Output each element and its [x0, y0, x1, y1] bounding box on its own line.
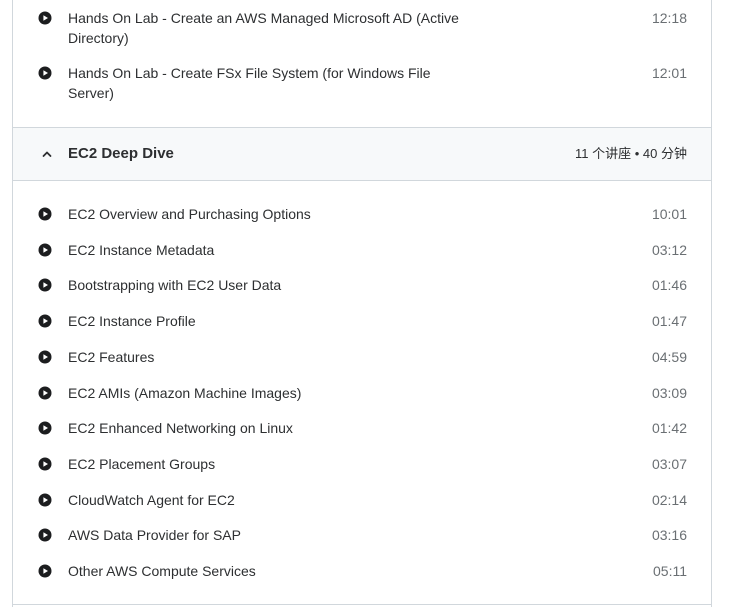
play-circle-icon [38, 243, 52, 257]
play-circle-icon [38, 493, 52, 507]
lecture-duration: 03:07 [651, 455, 687, 472]
lecture-item[interactable]: EC2 Placement Groups 03:07 [13, 454, 711, 476]
lecture-title: EC2 AMIs (Amazon Machine Images) [68, 384, 302, 401]
lecture-duration: 01:47 [651, 313, 687, 330]
lecture-title: EC2 Instance Metadata [68, 241, 215, 258]
lecture-item[interactable]: EC2 AMIs (Amazon Machine Images) 03:09 [13, 383, 711, 405]
lecture-item[interactable]: Hands On Lab - Create FSx File System (f… [13, 63, 711, 107]
lecture-item[interactable]: EC2 Enhanced Networking on Linux 01:42 [13, 418, 711, 440]
lecture-duration: 02:14 [651, 491, 687, 508]
lecture-title: EC2 Enhanced Networking on Linux [68, 420, 293, 437]
lecture-duration: 01:42 [651, 420, 687, 437]
play-circle-icon [38, 564, 52, 578]
lecture-title: EC2 Features [68, 348, 155, 365]
section-lecture-list: EC2 Overview and Purchasing Options 10:01… [13, 181, 711, 605]
section-meta: 11 个讲座 • 40 分钟 [575, 146, 687, 161]
lecture-item[interactable]: EC2 Overview and Purchasing Options 10:01 [13, 204, 711, 226]
lecture-title: EC2 Overview and Purchasing Options [68, 206, 311, 222]
play-circle-icon [38, 528, 52, 542]
lecture-duration: 12:18 [651, 10, 687, 26]
lecture-duration: 05:11 [653, 563, 687, 579]
lecture-item[interactable]: Other AWS Compute Services 05:11 [13, 561, 711, 583]
play-circle-icon [38, 11, 52, 25]
lecture-item[interactable]: Hands On Lab - Create an AWS Managed Mic… [13, 8, 711, 52]
lecture-duration: 03:16 [651, 527, 687, 544]
chevron-up-icon [41, 148, 53, 160]
previous-section-lecture-list: Hands On Lab - Create an AWS Managed Mic… [13, 0, 711, 127]
lecture-duration: 10:01 [651, 206, 687, 222]
lecture-title: Other AWS Compute Services [68, 563, 256, 579]
lecture-item[interactable]: EC2 Features 04:59 [13, 347, 711, 369]
lecture-duration: 01:46 [651, 277, 687, 294]
section-title: EC2 Deep Dive [68, 145, 174, 162]
lecture-item[interactable]: AWS Data Provider for SAP 03:16 [13, 525, 711, 547]
play-circle-icon [38, 386, 52, 400]
section-header-ec2-deep-dive[interactable]: EC2 Deep Dive 11 个讲座 • 40 分钟 [13, 127, 711, 181]
lecture-title: EC2 Placement Groups [68, 455, 216, 472]
divider [13, 604, 711, 605]
lecture-item[interactable]: EC2 Instance Profile 01:47 [13, 311, 711, 333]
lecture-title: EC2 Instance Profile [68, 313, 196, 330]
play-circle-icon [38, 421, 52, 435]
lecture-duration: 04:59 [651, 348, 687, 365]
lecture-title: CloudWatch Agent for EC2 [68, 491, 235, 508]
lecture-title: AWS Data Provider for SAP [68, 527, 241, 544]
lecture-item[interactable]: Bootstrapping with EC2 User Data 01:46 [13, 275, 711, 297]
play-circle-icon [38, 207, 52, 221]
play-circle-icon [38, 350, 52, 364]
lecture-title: Bootstrapping with EC2 User Data [68, 277, 282, 294]
lecture-duration: 12:01 [651, 65, 687, 81]
lecture-title: Hands On Lab - Create FSx File System (f… [68, 65, 431, 101]
lecture-duration: 03:12 [651, 241, 687, 258]
play-circle-icon [38, 66, 52, 80]
play-circle-icon [38, 457, 52, 471]
play-circle-icon [38, 314, 52, 328]
play-circle-icon [38, 278, 52, 292]
lecture-item[interactable]: EC2 Instance Metadata 03:12 [13, 240, 711, 262]
lecture-item[interactable]: CloudWatch Agent for EC2 02:14 [13, 490, 711, 512]
lecture-title: Hands On Lab - Create an AWS Managed Mic… [68, 10, 459, 46]
course-curriculum: Hands On Lab - Create an AWS Managed Mic… [12, 0, 712, 607]
lecture-duration: 03:09 [651, 384, 687, 401]
